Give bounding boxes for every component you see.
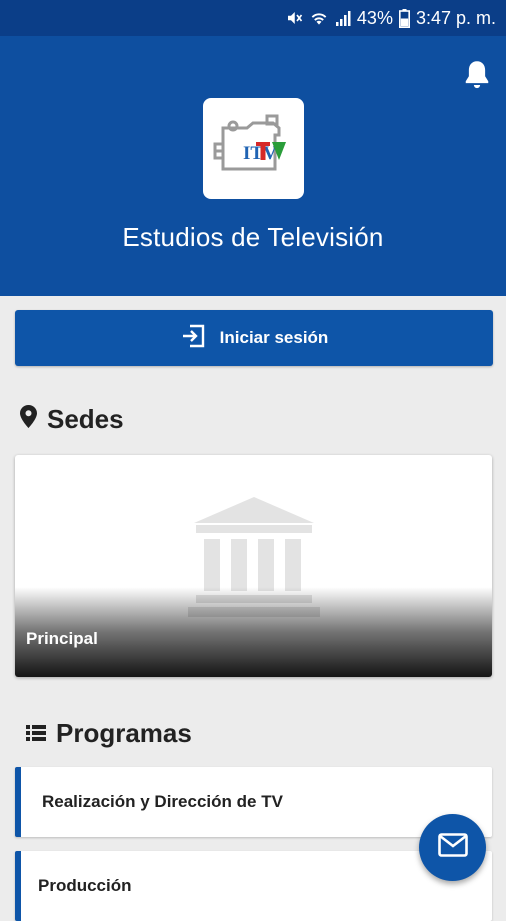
list-icon: [26, 718, 46, 749]
logo-letter-i: ITV: [243, 143, 277, 164]
sede-card-principal[interactable]: Principal: [15, 455, 492, 677]
programas-heading: Programas: [26, 718, 192, 749]
sede-card-label: Principal: [26, 629, 98, 648]
sedes-heading-label: Sedes: [47, 404, 124, 434]
login-button[interactable]: Iniciar sesión: [15, 310, 493, 366]
programa-item-label: Realización y Dirección de TV: [42, 792, 283, 811]
mail-icon: [437, 833, 468, 862]
login-icon: [180, 323, 206, 354]
app-title: Estudios de Televisión: [122, 222, 384, 252]
status-bar: 43% 3:47 p. m.: [0, 0, 506, 36]
programa-item-label: Producción: [38, 876, 132, 895]
programas-heading-label: Programas: [56, 718, 192, 748]
app-logo: ITV: [203, 98, 304, 199]
location-pin-icon: [20, 404, 37, 435]
app-header: ITV Estudios de Televisión: [0, 36, 506, 296]
programa-item[interactable]: Realización y Dirección de TV: [15, 767, 492, 837]
status-icons: 43% 3:47 p. m.: [285, 0, 496, 36]
battery-percent: 43%: [356, 7, 393, 28]
contact-fab-button[interactable]: [419, 814, 486, 881]
bell-icon[interactable]: [462, 58, 492, 97]
clock: 3:47 p. m.: [415, 7, 496, 28]
sedes-heading: Sedes: [20, 404, 124, 435]
login-label: Iniciar sesión: [219, 328, 329, 347]
signal-icon: [335, 9, 351, 27]
battery-icon: [398, 8, 410, 28]
wifi-icon: [309, 9, 329, 27]
mute-icon: [285, 9, 303, 27]
programa-item[interactable]: Producción: [15, 851, 492, 921]
